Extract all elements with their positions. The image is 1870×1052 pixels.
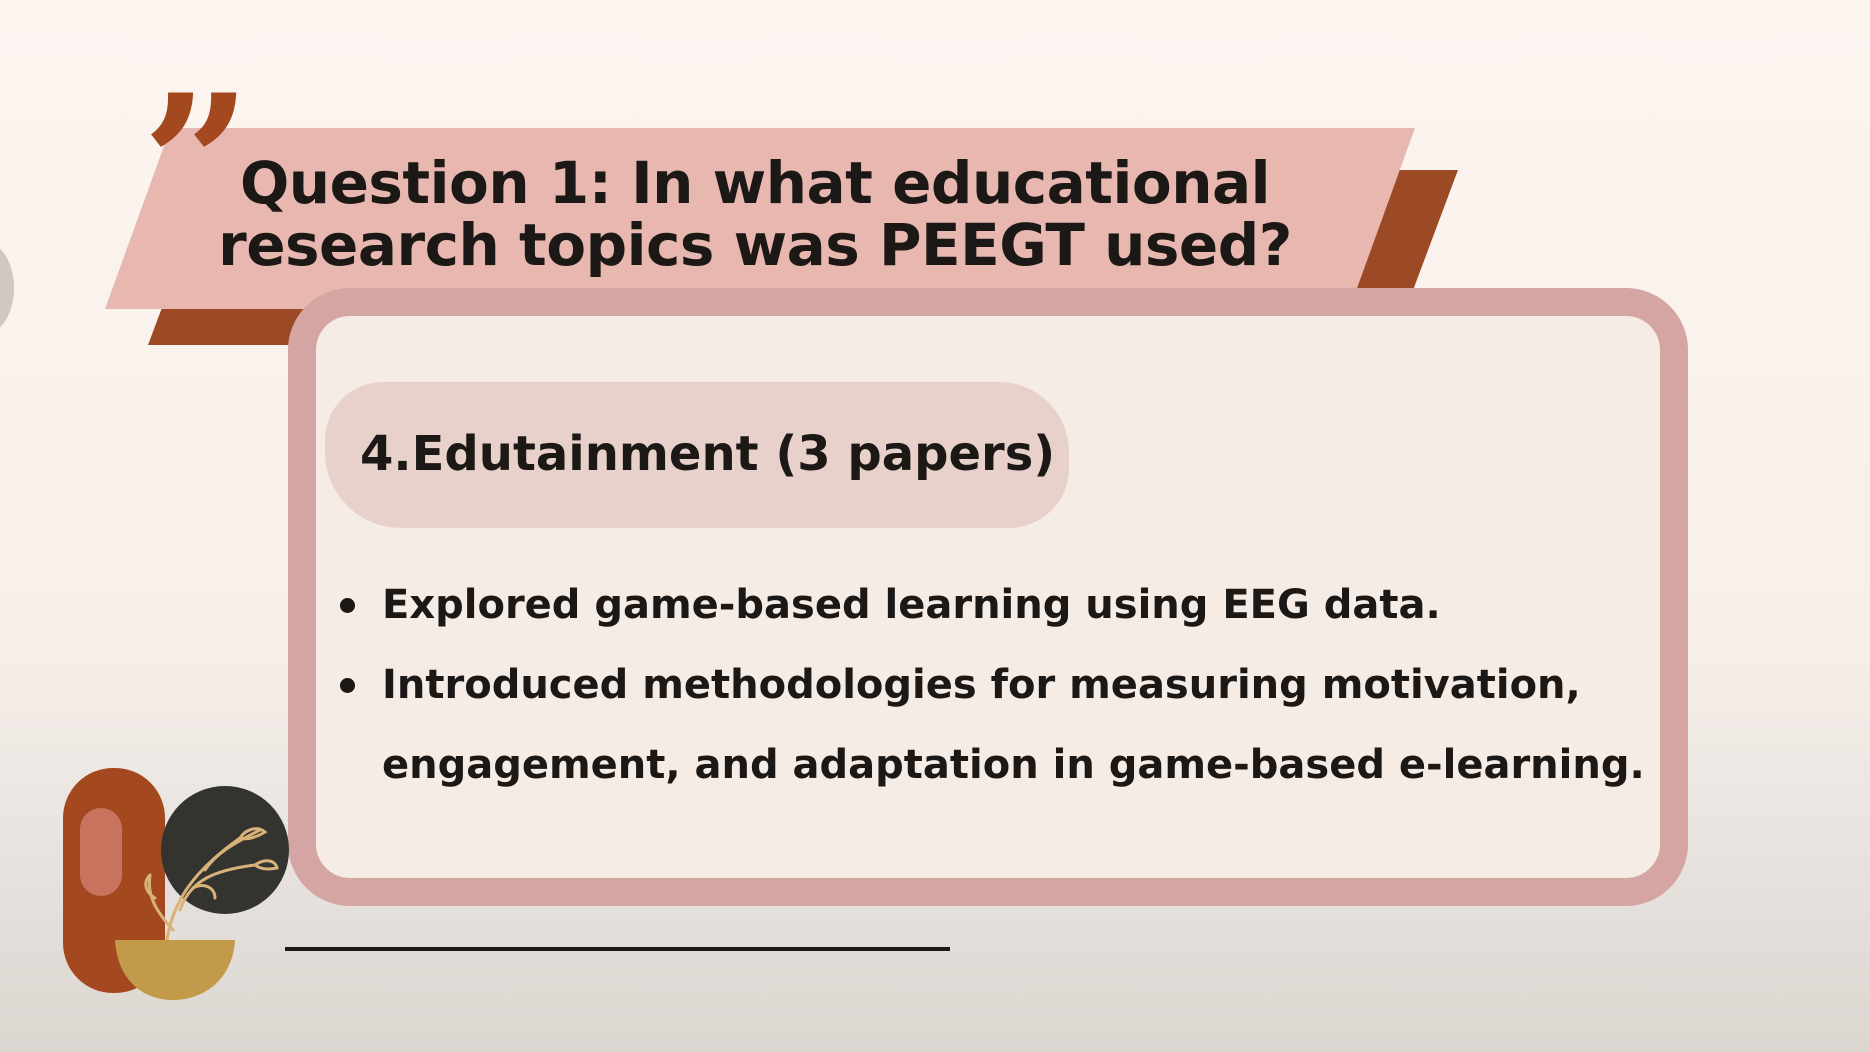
pot-bowl [115, 940, 235, 1000]
slide-title: Question 1: In what educational research… [218, 149, 1292, 279]
bullet-dot-icon [340, 678, 355, 693]
slide: ” Question 1: In what educational resear… [0, 0, 1870, 1052]
bullet-list: Explored game-based learning using EEG d… [340, 565, 1660, 805]
bullet-item: Introduced methodologies for measuring m… [340, 645, 1660, 805]
pill-highlight [80, 808, 122, 896]
section-subtitle: 4.Edutainment (3 papers) [360, 426, 1056, 482]
potted-plant-icon [63, 768, 289, 1000]
bullet-text: Introduced methodologies for measuring m… [382, 662, 1645, 788]
edge-circle-decoration [0, 240, 14, 336]
underline-divider [285, 947, 950, 951]
bullet-dot-icon [340, 598, 355, 613]
bullet-item: Explored game-based learning using EEG d… [340, 565, 1660, 645]
bullet-text: Explored game-based learning using EEG d… [382, 582, 1441, 628]
